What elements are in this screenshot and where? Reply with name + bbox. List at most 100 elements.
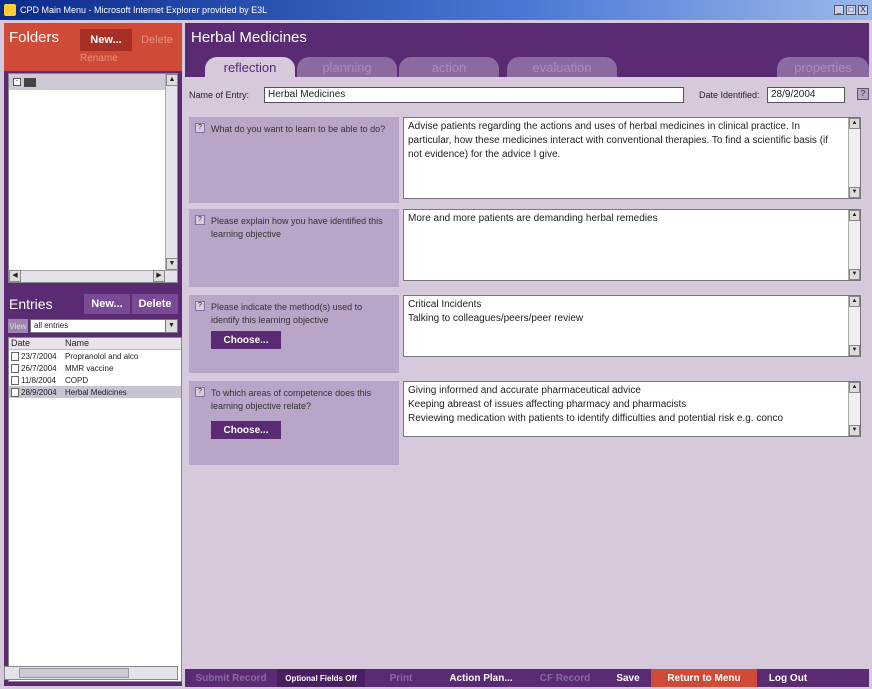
entries-horizontal-scrollbar[interactable]	[4, 666, 178, 680]
scroll-down-icon[interactable]: ▼	[849, 269, 860, 280]
tab-action[interactable]: action	[399, 57, 499, 77]
answer-textarea[interactable]: More and more patients are demanding her…	[403, 209, 861, 281]
help-icon[interactable]: ?	[195, 215, 205, 225]
scroll-down-icon[interactable]: ▼	[849, 187, 860, 198]
delete-entry-button[interactable]: Delete	[132, 294, 178, 314]
minimize-button[interactable]: _	[834, 5, 844, 15]
scroll-up-icon[interactable]: ▲	[849, 118, 860, 129]
help-icon[interactable]: ?	[857, 88, 869, 100]
new-entry-button[interactable]: New...	[84, 294, 130, 314]
question-block-2: ? Please explain how you have identified…	[189, 209, 865, 287]
column-date[interactable]: Date	[9, 338, 65, 349]
list-item[interactable]: 11/8/2004 COPD	[9, 374, 181, 386]
window-controls: _ □ X	[834, 5, 868, 15]
entry-name: Propranolol and alco	[65, 351, 139, 361]
scroll-right-icon[interactable]: ▶	[153, 270, 165, 282]
folder-horizontal-scrollbar[interactable]: ◀ ▶	[9, 270, 177, 282]
entries-filter-select[interactable]: all entries ▼	[30, 319, 178, 333]
column-name[interactable]: Name	[65, 338, 89, 349]
choose-competence-button[interactable]: Choose...	[211, 421, 281, 439]
maximize-button[interactable]: □	[846, 5, 856, 15]
question-cell: ? Please indicate the method(s) used to …	[189, 295, 399, 373]
answer-textarea[interactable]: Advise patients regarding the actions an…	[403, 117, 861, 199]
folder-vertical-scrollbar[interactable]: ▲ ▼	[165, 74, 178, 270]
list-item[interactable]: 26/7/2004 MMR vaccine	[9, 362, 181, 374]
entries-list-header: Date Name	[9, 338, 181, 350]
answer-line: Keeping abreast of issues affecting phar…	[408, 399, 687, 410]
save-button[interactable]: Save	[605, 669, 651, 687]
entry-name-row: Name of Entry: Herbal Medicines Date Ide…	[189, 87, 869, 105]
date-identified-label: Date Identified:	[699, 90, 760, 100]
help-icon[interactable]: ?	[195, 301, 205, 311]
log-out-button[interactable]: Log Out	[757, 669, 819, 687]
answer-textarea[interactable]: Giving informed and accurate pharmaceuti…	[403, 381, 861, 437]
question-text: Please explain how you have identified t…	[211, 216, 383, 239]
question-text: What do you want to learn to be able to …	[211, 124, 386, 134]
question-block-3: ? Please indicate the method(s) used to …	[189, 295, 865, 373]
tab-planning[interactable]: planning	[297, 57, 397, 77]
expand-icon[interactable]: -	[13, 78, 21, 86]
main-pane: Herbal Medicines reflection planning act…	[185, 23, 869, 686]
folder-tree-root[interactable]: -	[9, 74, 177, 90]
question-cell: ? Please explain how you have identified…	[189, 209, 399, 287]
question-block-4: ? To which areas of competence does this…	[189, 381, 865, 465]
submit-record-button[interactable]: Submit Record	[185, 669, 277, 687]
name-of-entry-label: Name of Entry:	[189, 90, 250, 100]
scroll-down-icon[interactable]: ▼	[166, 258, 178, 270]
tab-properties[interactable]: properties	[777, 57, 869, 77]
answer-text: More and more patients are demanding her…	[408, 213, 658, 224]
answer-text: Advise patients regarding the actions an…	[408, 121, 829, 160]
answer-line: Reviewing medication with patients to id…	[408, 413, 784, 424]
scroll-up-icon[interactable]: ▲	[849, 296, 860, 307]
folder-tree[interactable]: - ▲ ▼ ◀ ▶	[8, 73, 178, 283]
ie-icon	[4, 4, 16, 16]
delete-folder-button[interactable]: Delete	[134, 29, 180, 51]
document-icon	[11, 375, 19, 385]
question-cell: ? What do you want to learn to be able t…	[189, 117, 399, 203]
scroll-up-icon[interactable]: ▲	[166, 74, 178, 86]
entries-filter-row: View all entries ▼	[8, 319, 178, 333]
question-text: Please indicate the method(s) used to id…	[211, 302, 363, 325]
list-item-selected[interactable]: 28/9/2004 Herbal Medicines	[9, 386, 181, 398]
name-of-entry-input[interactable]: Herbal Medicines	[264, 87, 684, 103]
answer-scrollbar[interactable]: ▲ ▼	[848, 382, 860, 436]
scroll-down-icon[interactable]: ▼	[849, 345, 860, 356]
entries-filter-value: all entries	[34, 321, 69, 330]
scroll-up-icon[interactable]: ▲	[849, 210, 860, 221]
action-plan-button[interactable]: Action Plan...	[437, 669, 525, 687]
print-button[interactable]: Print	[365, 669, 437, 687]
scroll-up-icon[interactable]: ▲	[849, 382, 860, 393]
folder-icon	[24, 77, 36, 87]
help-icon[interactable]: ?	[195, 123, 205, 133]
help-icon[interactable]: ?	[195, 387, 205, 397]
window-titlebar: CPD Main Menu - Microsoft Internet Explo…	[0, 0, 872, 20]
document-icon	[11, 363, 19, 373]
tab-reflection[interactable]: reflection	[205, 57, 295, 77]
answer-scrollbar[interactable]: ▲ ▼	[848, 296, 860, 356]
answer-scrollbar[interactable]: ▲ ▼	[848, 210, 860, 280]
answer-line: Giving informed and accurate pharmaceuti…	[408, 385, 641, 396]
cf-record-button[interactable]: CF Record	[525, 669, 605, 687]
view-label: View	[8, 319, 28, 333]
tab-evaluation[interactable]: evaluation	[507, 57, 617, 77]
new-folder-button[interactable]: New...	[80, 29, 132, 51]
choose-method-button[interactable]: Choose...	[211, 331, 281, 349]
answer-scrollbar[interactable]: ▲ ▼	[848, 118, 860, 198]
scroll-down-icon[interactable]: ▼	[849, 425, 860, 436]
answer-textarea[interactable]: Critical Incidents Talking to colleagues…	[403, 295, 861, 357]
close-button[interactable]: X	[858, 5, 868, 15]
return-to-menu-button[interactable]: Return to Menu	[651, 669, 757, 687]
optional-fields-toggle[interactable]: Optional Fields Off	[277, 669, 365, 687]
scrollbar-thumb[interactable]	[19, 668, 129, 678]
entries-list[interactable]: Date Name 23/7/2004 Propranolol and alco…	[8, 337, 182, 682]
entry-name: Herbal Medicines	[65, 387, 127, 397]
bottom-toolbar: Submit Record Optional Fields Off Print …	[185, 669, 869, 687]
date-identified-input[interactable]: 28/9/2004	[767, 87, 845, 103]
chevron-down-icon[interactable]: ▼	[165, 320, 177, 332]
folders-title: Folders	[9, 29, 60, 46]
list-item[interactable]: 23/7/2004 Propranolol and alco	[9, 350, 181, 362]
entry-date: 28/9/2004	[21, 387, 57, 397]
entry-date: 11/8/2004	[21, 375, 56, 385]
scroll-left-icon[interactable]: ◀	[9, 270, 21, 282]
rename-folder-button[interactable]: Rename	[80, 53, 118, 64]
